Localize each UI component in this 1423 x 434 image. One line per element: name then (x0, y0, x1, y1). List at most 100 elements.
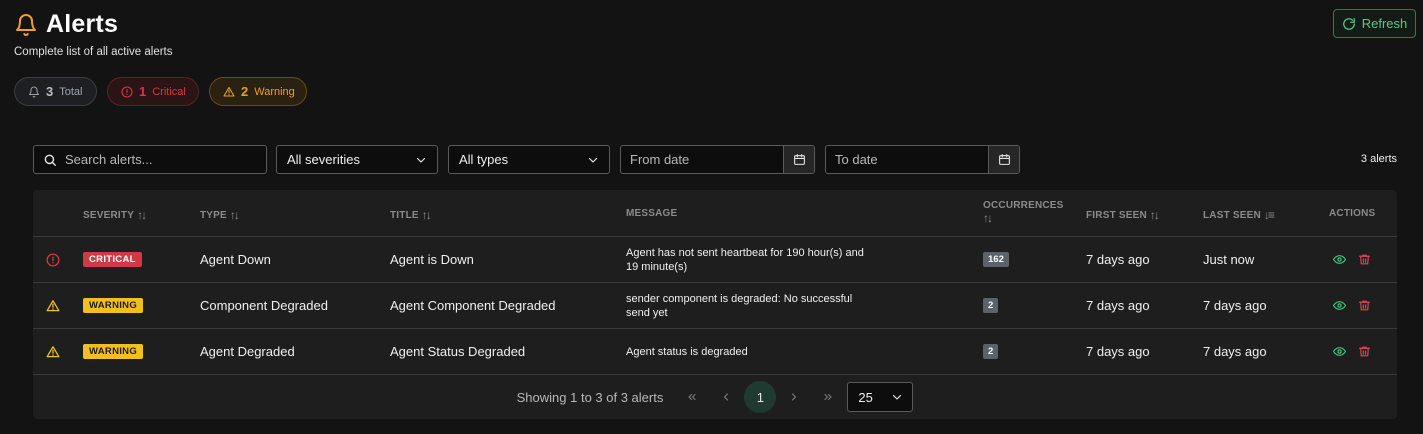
alert-circle-icon (121, 85, 133, 98)
first-seen-cell: 7 days ago (1086, 252, 1150, 267)
page-button-current[interactable]: 1 (744, 381, 777, 413)
col-first-seen-label: First Seen (1086, 209, 1147, 221)
next-page-button[interactable] (777, 381, 811, 413)
actions-cell (1333, 237, 1371, 282)
warning-triangle-icon (46, 329, 60, 374)
occurrences-badge: 162 (983, 252, 1009, 267)
summary-pills: 3 Total 1 Critical 2 Warning (14, 77, 307, 106)
calendar-icon (998, 153, 1011, 166)
chevron-left-icon (720, 391, 732, 403)
table-row[interactable]: CRITICAL Agent Down Agent is Down Agent … (33, 237, 1397, 283)
table-row[interactable]: WARNING Component Degraded Agent Compone… (33, 283, 1397, 329)
col-actions-label: Actions (1329, 208, 1376, 219)
last-seen-cell: Just now (1203, 252, 1255, 267)
first-seen-cell: 7 days ago (1086, 344, 1150, 359)
severity-cell: WARNING (83, 329, 144, 374)
calendar-icon (793, 153, 806, 166)
alert-count: 3 alerts (1360, 153, 1397, 165)
col-actions: Actions (1329, 208, 1375, 219)
eye-icon[interactable] (1333, 299, 1346, 312)
severity-badge: WARNING (83, 298, 144, 313)
table-row[interactable]: WARNING Agent Degraded Agent Status Degr… (33, 329, 1397, 375)
type-select-value: All types (459, 152, 509, 167)
col-occurrences-label: Occurrences (983, 200, 1064, 211)
message-text: sender component is degraded: No success… (626, 292, 853, 319)
to-date-input[interactable]: To date (826, 152, 988, 167)
last-seen-cell: 7 days ago (1203, 298, 1267, 313)
critical-pill[interactable]: 1 Critical (107, 77, 199, 106)
filter-bar: All severities All types From date To da… (33, 145, 1020, 174)
last-page-button[interactable] (811, 381, 845, 413)
occurrences-cell: 162 (983, 237, 1009, 282)
severity-badge: WARNING (83, 344, 144, 359)
critical-count: 1 (139, 84, 147, 99)
search-input[interactable] (65, 152, 255, 167)
chevron-down-icon (891, 391, 903, 403)
severity-badge: CRITICAL (83, 252, 142, 267)
sort-desc-icon: ↓≡ (1263, 208, 1275, 222)
warning-count: 2 (241, 84, 249, 99)
trash-icon[interactable] (1358, 253, 1371, 266)
bell-icon (28, 86, 40, 98)
page-title: Alerts (46, 10, 119, 38)
alerts-table: Severity ↑↓ Type ↑↓ Title ↑↓ Message Occ… (33, 190, 1397, 419)
message-text: Agent has not sent heartbeat for 190 hou… (626, 246, 864, 273)
to-date-field[interactable]: To date (825, 145, 1020, 174)
trash-icon[interactable] (1358, 345, 1371, 358)
col-title-label: Title (390, 209, 419, 221)
warning-triangle-icon (223, 86, 235, 98)
actions-cell (1333, 283, 1371, 328)
table-header: Severity ↑↓ Type ↑↓ Title ↑↓ Message Occ… (33, 190, 1397, 237)
col-severity[interactable]: Severity ↑↓ (83, 208, 147, 222)
occurrences-badge: 2 (983, 298, 999, 313)
search-icon (43, 153, 57, 167)
refresh-label: Refresh (1361, 16, 1408, 31)
chevron-down-icon (587, 154, 599, 166)
search-box[interactable] (33, 145, 267, 174)
col-last-seen[interactable]: Last Seen ↓≡ (1203, 208, 1275, 222)
sort-icon: ↑↓ (137, 208, 147, 222)
occurrences-badge: 2 (983, 344, 999, 359)
col-severity-label: Severity (83, 209, 135, 221)
page-subtitle: Complete list of all active alerts (14, 46, 173, 58)
severity-cell: WARNING (83, 283, 144, 328)
sort-icon: ↑↓ (229, 208, 240, 222)
first-seen-cell: 7 days ago (1086, 298, 1150, 313)
type-select[interactable]: All types (448, 145, 610, 174)
to-date-calendar-button[interactable] (988, 146, 1019, 173)
sort-icon: ↑↓ (1149, 208, 1160, 222)
severity-select[interactable]: All severities (276, 145, 438, 174)
occurrences-cell: 2 (983, 283, 999, 328)
col-title[interactable]: Title ↑↓ (390, 208, 432, 222)
message-cell: sender component is degraded: No success… (626, 283, 876, 328)
message-cell: Agent has not sent heartbeat for 190 hou… (626, 237, 876, 282)
chevrons-right-icon (822, 391, 834, 403)
eye-icon[interactable] (1333, 345, 1346, 358)
bell-icon (14, 13, 38, 37)
from-date-calendar-button[interactable] (783, 146, 814, 173)
warning-label: Warning (254, 85, 295, 98)
total-pill[interactable]: 3 Total (14, 77, 97, 106)
type-cell: Agent Degraded (200, 344, 295, 359)
col-message-label: Message (626, 208, 678, 219)
title-cell: Agent Status Degraded (390, 344, 526, 359)
from-date-field[interactable]: From date (620, 145, 815, 174)
warning-pill[interactable]: 2 Warning (209, 77, 307, 106)
warning-triangle-icon (46, 283, 60, 328)
severity-cell: CRITICAL (83, 237, 142, 282)
col-type-label: Type (200, 209, 227, 221)
col-occurrences[interactable]: Occurrences ↑↓ (983, 200, 1064, 225)
eye-icon[interactable] (1333, 253, 1346, 266)
critical-label: Critical (152, 85, 186, 98)
title-row: Alerts (14, 10, 173, 39)
prev-page-button[interactable] (709, 381, 743, 413)
chevron-down-icon (415, 154, 427, 166)
col-type[interactable]: Type ↑↓ (200, 208, 240, 222)
refresh-button[interactable]: Refresh (1333, 9, 1416, 38)
from-date-input[interactable]: From date (621, 152, 783, 167)
pagination: Showing 1 to 3 of 3 alerts 1 25 (33, 375, 1397, 419)
page-size-select[interactable]: 25 (847, 382, 914, 412)
trash-icon[interactable] (1358, 299, 1371, 312)
col-first-seen[interactable]: First Seen ↑↓ (1086, 208, 1160, 222)
first-page-button[interactable] (675, 381, 709, 413)
